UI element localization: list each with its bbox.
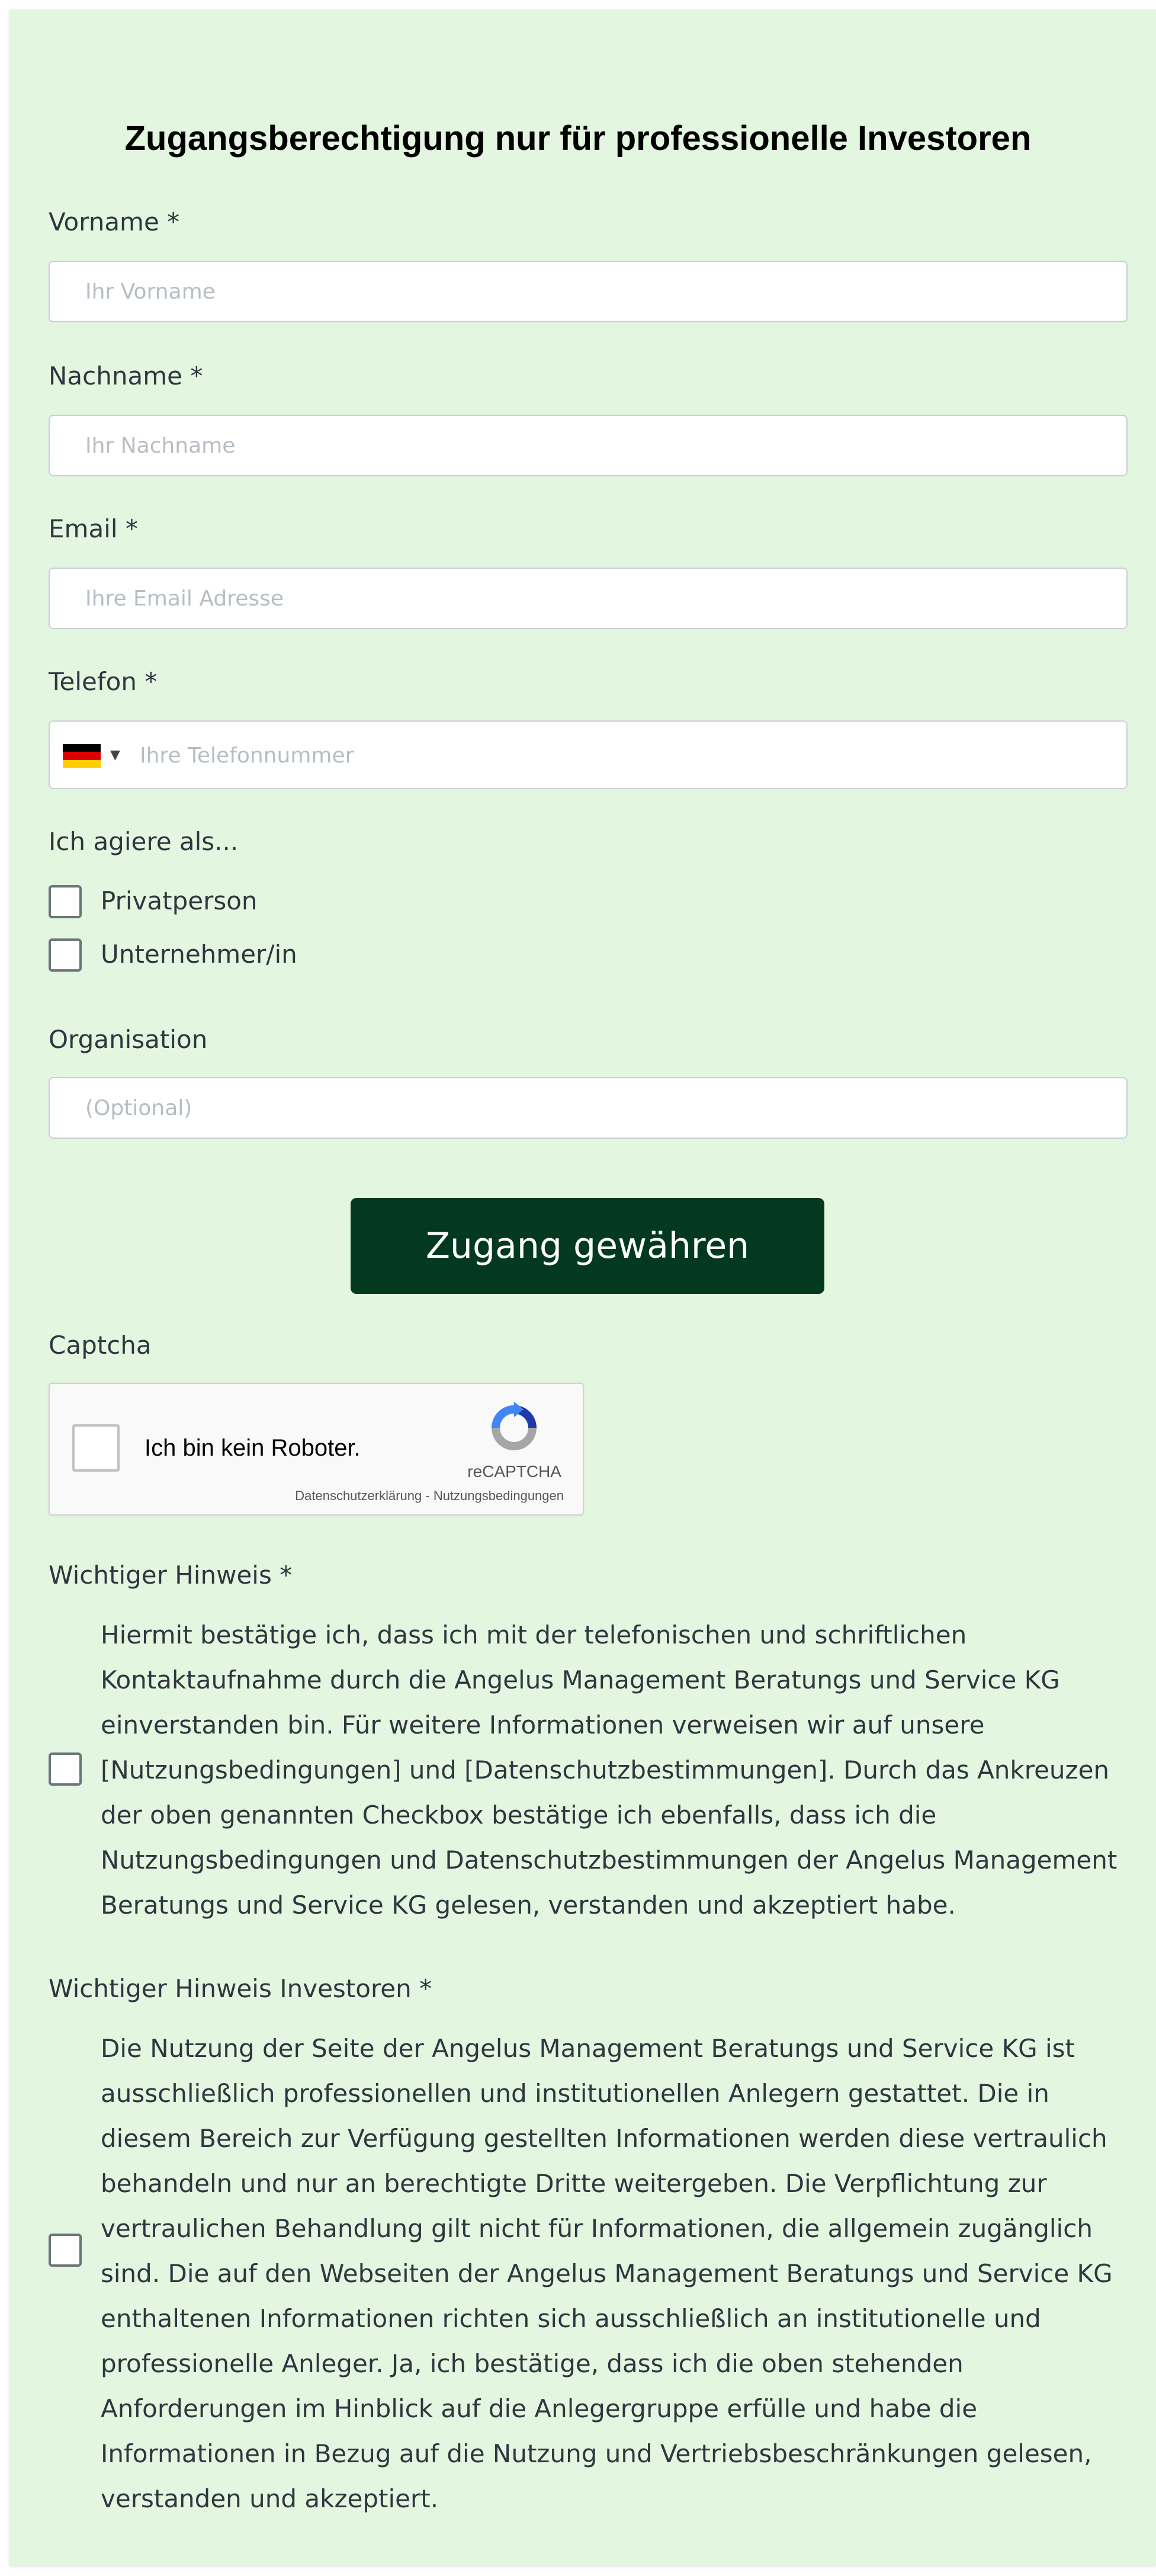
- unternehmer-checkbox[interactable]: [49, 938, 82, 972]
- investor-notice-checkbox[interactable]: [49, 2234, 82, 2267]
- last-name-label: Nachname *: [49, 361, 203, 390]
- email-input[interactable]: [49, 568, 1128, 629]
- first-name-input[interactable]: [49, 261, 1128, 322]
- recaptcha-checkbox[interactable]: [72, 1424, 120, 1472]
- notice-label: Wichtiger Hinweis *: [49, 1561, 293, 1590]
- role-label: Ich agiere als...: [49, 827, 239, 856]
- recaptcha-brand: reCAPTCHA: [467, 1462, 561, 1481]
- organisation-label: Organisation: [49, 1025, 208, 1054]
- recaptcha-text: Ich bin kein Roboter.: [144, 1435, 361, 1461]
- link-separator: -: [422, 1488, 434, 1503]
- phone-input[interactable]: [139, 722, 1118, 789]
- investor-notice-text: Die Nutzung der Seite der Angelus Manage…: [101, 2034, 1113, 2513]
- notice-text: Hiermit bestätige ich, dass ich mit der …: [101, 1620, 1118, 1920]
- form-title: Zugangsberechtigung nur für professionel…: [124, 119, 1032, 158]
- phone-field: ▼: [49, 720, 1128, 789]
- first-name-label: Vorname *: [49, 207, 180, 236]
- country-selector[interactable]: ▼: [63, 744, 128, 768]
- recaptcha-links: Datenschutzerklärung - Nutzungsbedingung…: [295, 1488, 564, 1504]
- organisation-input[interactable]: [49, 1077, 1128, 1139]
- submit-button[interactable]: Zugang gewähren: [351, 1198, 824, 1294]
- caret-down-icon: ▼: [110, 748, 120, 762]
- unternehmer-label: Unternehmer/in: [101, 940, 297, 969]
- recaptcha-widget: Ich bin kein Roboter. reCAPTCHA Datensch…: [49, 1383, 584, 1516]
- captcha-label: Captcha: [49, 1331, 152, 1360]
- last-name-input[interactable]: [49, 415, 1128, 476]
- notice-checkbox[interactable]: [49, 1752, 82, 1786]
- terms-link[interactable]: Nutzungsbedingungen: [434, 1488, 564, 1503]
- privatperson-checkbox[interactable]: [49, 885, 82, 918]
- email-label: Email *: [49, 514, 138, 543]
- privatperson-label: Privatperson: [101, 886, 258, 915]
- germany-flag-icon: [63, 744, 101, 768]
- phone-label: Telefon *: [49, 667, 158, 696]
- investor-notice-label: Wichtiger Hinweis Investoren *: [49, 1974, 432, 2003]
- privacy-link[interactable]: Datenschutzerklärung: [295, 1488, 422, 1503]
- recaptcha-logo-icon: [492, 1402, 537, 1450]
